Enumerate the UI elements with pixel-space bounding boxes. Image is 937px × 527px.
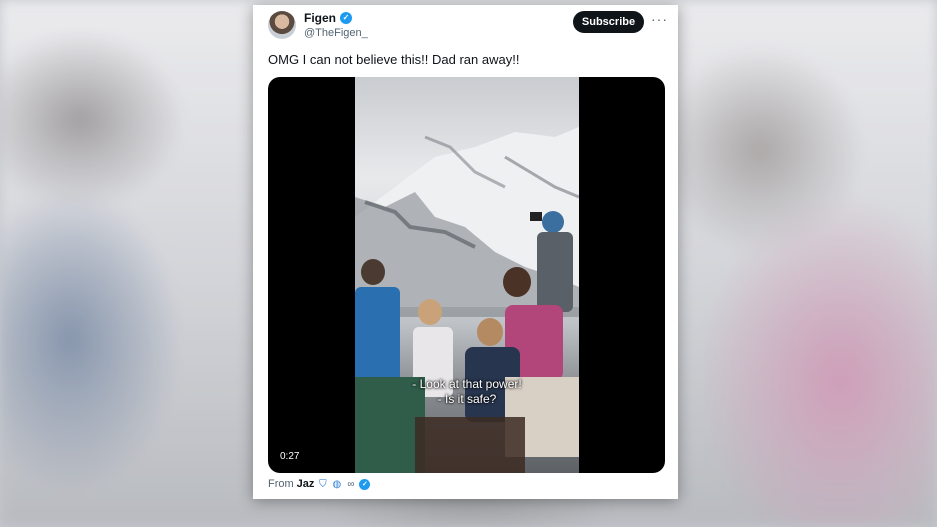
video-subtitle-line-1: - Look at that power! xyxy=(412,377,522,391)
verified-icon: ✓ xyxy=(359,478,371,490)
shield-icon: ⛉ xyxy=(319,478,327,490)
link-icon: ∞ xyxy=(347,478,355,490)
source-prefix: From xyxy=(268,478,294,490)
video-player[interactable]: - Look at that power! - Is it safe? 0:27 xyxy=(268,77,665,473)
avatar[interactable] xyxy=(268,11,296,39)
video-duration: 0:27 xyxy=(276,450,304,463)
video-frame xyxy=(355,77,579,473)
mountain-scene xyxy=(355,127,579,473)
video-subtitle-line-2: - Is it safe? xyxy=(437,392,497,406)
subscribe-button[interactable]: Subscribe xyxy=(573,11,644,33)
handle[interactable]: @TheFigen_ xyxy=(304,27,368,39)
display-name[interactable]: Figen xyxy=(304,11,336,25)
tweet-text: OMG I can not believe this!! Dad ran awa… xyxy=(268,52,520,67)
name-row: Figen ✓ xyxy=(304,11,352,25)
source-name[interactable]: Jaz xyxy=(297,478,315,490)
more-options-icon[interactable]: ··· xyxy=(651,12,667,29)
tweet-card: Figen ✓ @TheFigen_ Subscribe ··· OMG I c… xyxy=(253,5,678,499)
globe-icon: ◍ xyxy=(332,478,342,490)
video-source-attribution: From Jaz ⛉ ◍ ∞ ✓ xyxy=(268,478,371,490)
verified-badge-icon: ✓ xyxy=(340,12,352,24)
